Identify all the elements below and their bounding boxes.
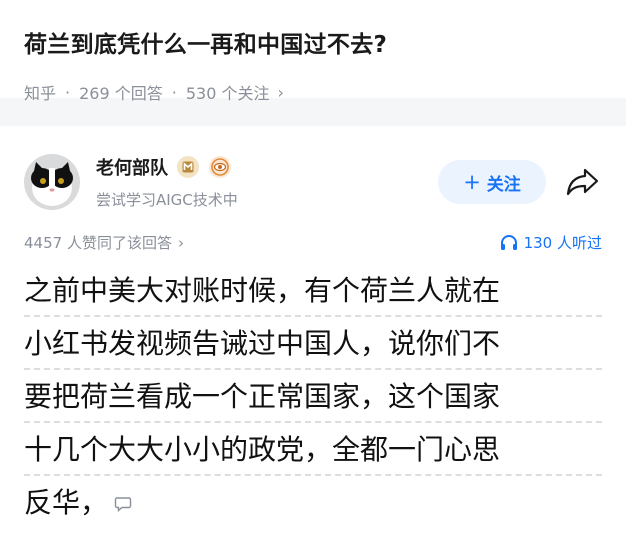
answers-count: 269 个回答 [79,84,163,103]
creator-badge-icon[interactable] [176,155,200,179]
stats-row: 4457 人赞同了该回答 › 130 人听过 [24,232,602,253]
follow-button[interactable]: + 关注 [438,160,546,204]
avatar[interactable] [24,154,80,210]
answer-line: 之前中美大对账时候，有个荷兰人就在 [24,267,602,317]
source-label: 知乎 [24,84,57,103]
share-icon[interactable] [564,163,602,201]
eye-badge-icon[interactable] [208,155,232,179]
answer-line: 小红书发视频告诫过中国人，说你们不 [24,320,602,370]
answer-line-last: 反华， [24,479,602,527]
author-bio: 尝试学习AIGC技术中 [96,191,238,209]
answer-card: 老何部队 尝试学习AIGC技术中 + 关注 4457 人赞同了该回答 › 130… [0,144,626,527]
answer-body[interactable]: 之前中美大对账时候，有个荷兰人就在 小红书发视频告诫过中国人，说你们不 要把荷兰… [24,267,602,527]
answer-line: 反华， [24,486,109,519]
meta-separator: · [171,82,177,102]
author-row: 老何部队 尝试学习AIGC技术中 + 关注 [24,144,602,220]
meta-separator: · [65,82,71,102]
chevron-right-icon[interactable]: › [277,83,283,102]
likes-text: 4457 人赞同了该回答 [24,234,172,252]
follow-label: 关注 [486,174,521,195]
question-header[interactable]: 荷兰到底凭什么一再和中国过不去? 知乎 · 269 个回答 · 530 个关注 … [0,0,626,103]
listen-text: 130 人听过 [523,234,602,252]
author-line: 老何部队 [96,154,438,180]
comment-icon[interactable] [114,480,132,528]
likes-link[interactable]: 4457 人赞同了该回答 › [24,232,184,253]
listen-button[interactable]: 130 人听过 [500,232,602,253]
headphones-icon [500,234,517,250]
chevron-right-icon: › [177,234,184,252]
answer-line: 十几个大大小小的政党，全都一门心思 [24,426,602,476]
followers-count: 530 个关注 [185,84,270,103]
author-info: 老何部队 尝试学习AIGC技术中 [96,154,438,210]
author-name[interactable]: 老何部队 [96,154,168,180]
answer-line: 要把荷兰看成一个正常国家，这个国家 [24,373,602,423]
question-title[interactable]: 荷兰到底凭什么一再和中国过不去? [24,30,602,60]
plus-icon: + [463,170,481,194]
